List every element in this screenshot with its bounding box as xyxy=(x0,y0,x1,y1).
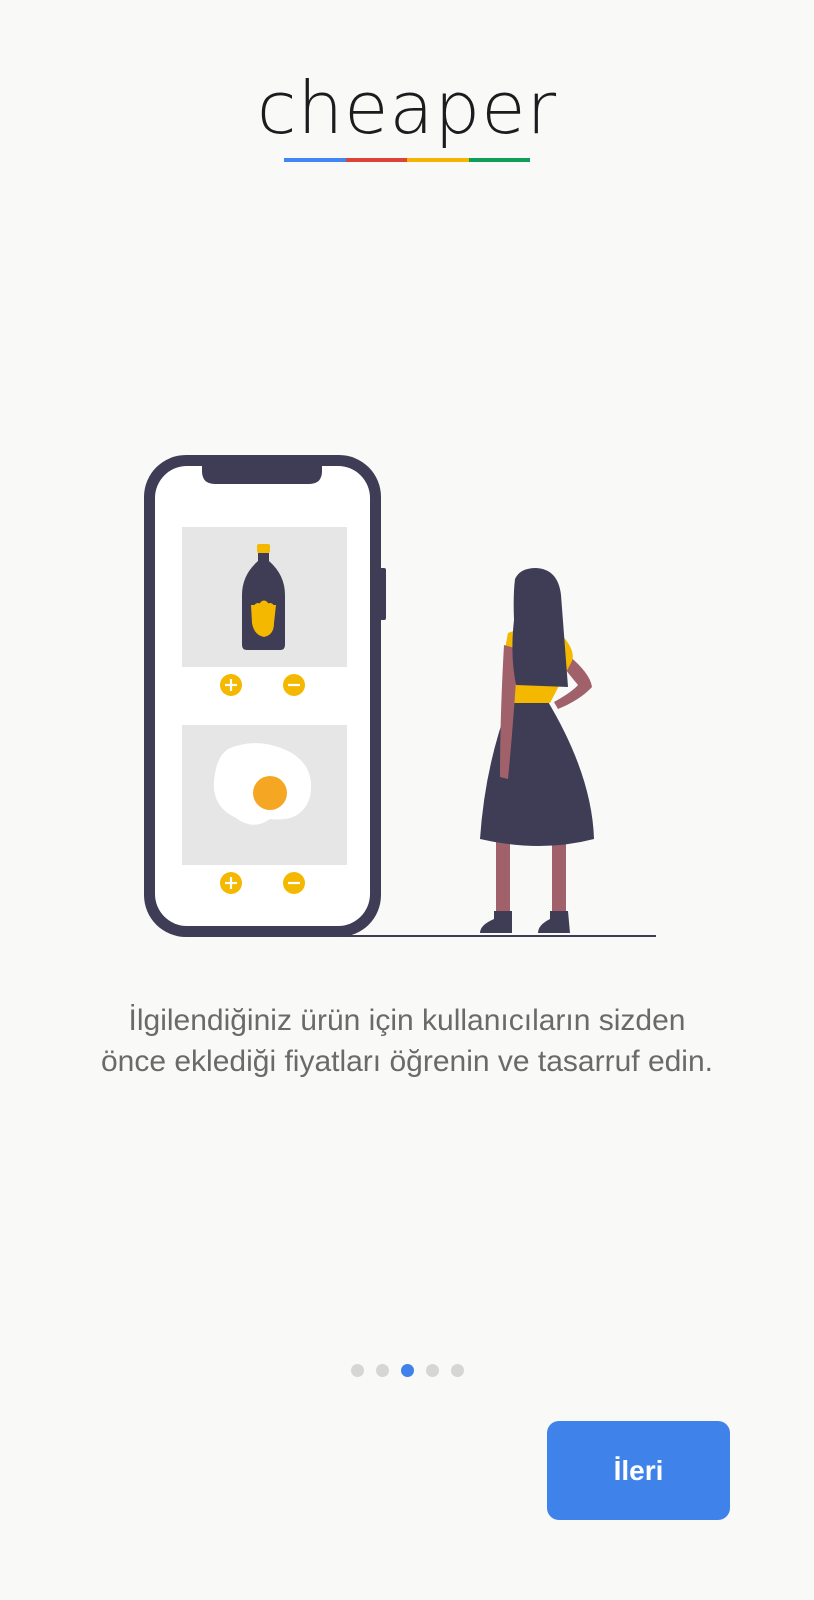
app-logo: cheaper xyxy=(0,72,814,144)
page-dot-1[interactable] xyxy=(350,1364,364,1377)
page-indicator xyxy=(0,1364,814,1377)
logo-underline-segment-blue xyxy=(284,158,346,162)
product-2-plus-icon[interactable] xyxy=(220,872,242,894)
next-button[interactable]: İleri xyxy=(547,1421,730,1520)
woman-figure-icon xyxy=(480,568,594,933)
page-dot-3[interactable] xyxy=(400,1364,414,1377)
logo-underline-segment-green xyxy=(468,158,530,162)
onboarding-illustration xyxy=(144,455,656,937)
logo-underline-segment-red xyxy=(345,158,407,162)
page-dot-4[interactable] xyxy=(425,1364,439,1377)
logo-text: cheaper xyxy=(256,66,558,150)
logo-underline xyxy=(284,158,530,162)
product-2-minus-icon[interactable] xyxy=(283,872,305,894)
onboarding-screen: cheaper İlgilendiğiniz ürün için kullanı… xyxy=(0,0,814,1600)
logo-underline-segment-yellow xyxy=(407,158,469,162)
product-1-minus-icon[interactable] xyxy=(283,674,305,696)
product-1-plus-icon[interactable] xyxy=(220,674,242,696)
onboarding-description: İlgilendiğiniz ürün için kullanıcıların … xyxy=(100,1004,713,1078)
page-dot-2[interactable] xyxy=(375,1364,389,1377)
page-dot-5[interactable] xyxy=(450,1364,464,1377)
